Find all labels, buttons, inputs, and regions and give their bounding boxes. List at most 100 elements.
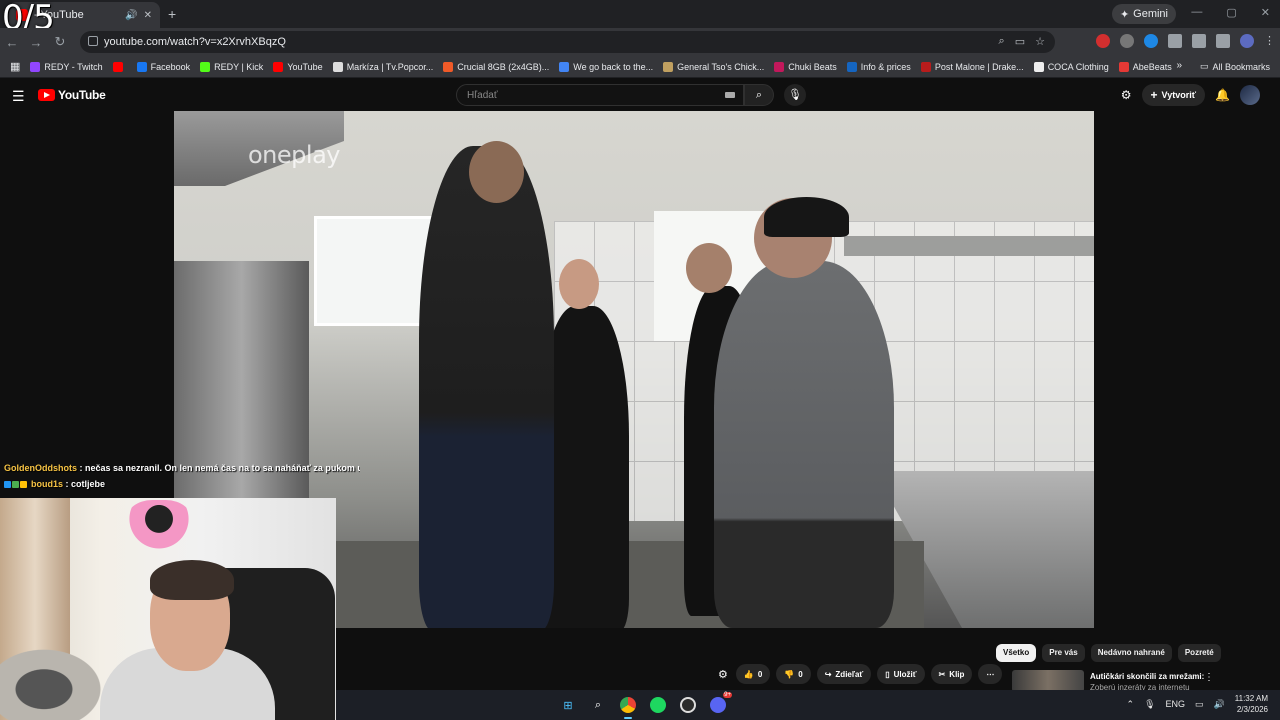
bookmark-item[interactable]: YouTube: [273, 61, 323, 72]
apps-grid-icon[interactable]: ▦: [10, 60, 20, 73]
chrome-icon[interactable]: [618, 695, 638, 719]
video-actions: ⚙ 👍 0 👎 0 ↪ Zdieľať ▯ Uložiť ✂ Klip ⋯: [718, 664, 1003, 684]
clip-button[interactable]: ✂ Klip: [930, 664, 973, 684]
voice-search-button[interactable]: 🎙: [784, 84, 806, 106]
extension-icon[interactable]: [1144, 34, 1158, 48]
back-icon[interactable]: ←: [0, 35, 24, 50]
search-button[interactable]: ⌕: [744, 84, 774, 106]
bookmark-item[interactable]: AbeBeats: [1118, 61, 1172, 72]
chat-text: nečas sa nezranil. On len nemá čas na to…: [85, 463, 360, 473]
hamburger-menu-icon[interactable]: ☰: [12, 88, 25, 105]
microphone-icon[interactable]: 🎙: [1144, 699, 1155, 710]
webcam-streamer-hair: [150, 560, 234, 600]
close-window-icon[interactable]: ✕: [1261, 6, 1270, 19]
bookmark-label: General Tso's Chick...: [677, 61, 765, 72]
recommended-menu-icon[interactable]: ⋮: [1204, 672, 1214, 683]
address-bar-row: ← → ↻ youtube.com/watch?v=x2XrvhXBqzQ ⌕ …: [0, 28, 1280, 56]
extension-icon[interactable]: [1096, 34, 1110, 48]
bookmark-label: REDY | Kick: [214, 61, 264, 72]
chip-recently-uploaded[interactable]: Nedávno nahrané: [1090, 644, 1172, 662]
bookmark-item[interactable]: Facebook: [136, 61, 191, 72]
volume-icon[interactable]: 🔊: [1214, 699, 1225, 710]
save-button[interactable]: ▯ Uložiť: [877, 664, 925, 684]
close-tab-icon[interactable]: ✕: [144, 10, 152, 21]
zoom-icon[interactable]: ⌕: [999, 35, 1005, 48]
search-input[interactable]: Hľadať: [456, 84, 744, 106]
language-indicator[interactable]: ENG: [1166, 699, 1186, 709]
video-frame-shelf: [844, 236, 1094, 256]
share-button[interactable]: ↪ Zdieľať: [816, 664, 872, 684]
browser-menu-icon[interactable]: ⋮: [1264, 34, 1275, 48]
spotify-icon[interactable]: [648, 695, 668, 715]
bookmark-item[interactable]: [112, 61, 127, 72]
url-omnibox[interactable]: youtube.com/watch?v=x2XrvhXBqzQ ⌕ ▭ ☆: [80, 31, 1055, 53]
bookmark-item[interactable]: Markíza | Tv.Popcor...: [332, 61, 433, 72]
recommended-video[interactable]: Autičkári skončili za mrežami: Zoberú in…: [1012, 670, 1222, 692]
bookmark-favicon-icon: [443, 61, 454, 72]
like-button[interactable]: 👍 0: [735, 664, 771, 684]
bookmark-favicon-icon: [332, 61, 343, 72]
more-bookmarks-button[interactable]: »: [1176, 60, 1182, 71]
chip-watched[interactable]: Pozreté: [1177, 644, 1221, 662]
profile-avatar[interactable]: [1240, 34, 1254, 48]
maximize-icon[interactable]: ▢: [1226, 6, 1236, 19]
bookmark-item[interactable]: REDY - Twitch: [30, 61, 103, 72]
bookmark-item[interactable]: Post Malone | Drake...: [920, 61, 1024, 72]
speaker-icon[interactable]: 🔊: [125, 10, 137, 21]
more-horizontal-icon: ⋯: [986, 669, 995, 679]
bookmark-item[interactable]: REDY | Kick: [200, 61, 264, 72]
windows-start-icon[interactable]: ⊞: [558, 695, 578, 715]
bookmark-label: Post Malone | Drake...: [934, 61, 1024, 72]
chat-separator: :: [63, 479, 72, 489]
create-button[interactable]: + Vytvoriť: [1141, 84, 1206, 106]
recommended-thumbnail[interactable]: [1012, 670, 1084, 692]
clock[interactable]: 11:32 AM 2/3/2026: [1235, 693, 1268, 715]
forward-icon[interactable]: →: [24, 35, 48, 50]
window-controls: — ▢ ✕: [1191, 6, 1270, 19]
youtube-logo[interactable]: YouTube: [38, 88, 106, 102]
bookmarks-bar: ▦ REDY - Twitch Facebook REDY | Kick YouTub…: [0, 56, 1280, 78]
chat-message: boud1s : cotljebe: [0, 476, 360, 492]
chat-separator: :: [77, 463, 85, 473]
gemini-button[interactable]: ✦ Gemini: [1111, 4, 1176, 24]
more-actions-button[interactable]: ⋯: [978, 664, 1003, 684]
site-info-icon[interactable]: [88, 36, 98, 46]
reading-list-icon[interactable]: [1216, 34, 1230, 48]
dislike-button[interactable]: 👎 0: [776, 664, 811, 684]
all-bookmarks-button[interactable]: ▭ All Bookmarks: [1200, 61, 1270, 72]
side-panel-icon[interactable]: [1192, 34, 1206, 48]
chevron-up-icon[interactable]: ⌃: [1127, 699, 1135, 710]
bookmark-item[interactable]: Info & prices: [846, 61, 911, 72]
new-tab-button[interactable]: +: [168, 6, 176, 22]
bookmark-item[interactable]: Crucial 8GB (2x4GB)...: [443, 61, 549, 72]
settings-gear-icon[interactable]: ⚙: [1121, 88, 1132, 102]
bookmark-item[interactable]: We go back to the...: [559, 61, 653, 72]
bookmark-item[interactable]: COCA Clothing: [1033, 61, 1109, 72]
obs-icon[interactable]: [678, 695, 698, 715]
channel-avatar[interactable]: [1240, 85, 1260, 105]
recommended-title[interactable]: Autičkári skončili za mrežami:: [1090, 672, 1204, 681]
minimize-icon[interactable]: —: [1191, 6, 1202, 19]
search-icon[interactable]: ⌕: [588, 695, 608, 715]
channel-icon[interactable]: ⚙: [718, 668, 728, 681]
cast-icon[interactable]: ▭: [1015, 35, 1025, 48]
video-person-head: [469, 141, 524, 203]
keyboard-icon[interactable]: [725, 92, 735, 98]
chat-username: boud1s: [31, 479, 64, 489]
bookmark-item[interactable]: Chuki Beats: [774, 61, 837, 72]
notifications-bell-icon[interactable]: 🔔: [1215, 88, 1230, 102]
extensions-puzzle-icon[interactable]: [1168, 34, 1182, 48]
bookmark-favicon-icon: [920, 61, 931, 72]
webcam-cables: [0, 643, 110, 720]
bookmark-item[interactable]: General Tso's Chick...: [663, 61, 765, 72]
extensions-area: ⋮: [1096, 34, 1275, 48]
reload-icon[interactable]: ↻: [48, 34, 72, 50]
bookmark-label: Facebook: [150, 61, 191, 72]
bookmark-favicon-icon: [663, 61, 674, 72]
network-icon[interactable]: ▭: [1195, 699, 1204, 710]
extension-icon[interactable]: [1120, 34, 1134, 48]
chip-all[interactable]: Všetko: [996, 644, 1037, 662]
bookmark-star-icon[interactable]: ☆: [1035, 35, 1045, 48]
chip-for-you[interactable]: Pre vás: [1042, 644, 1085, 662]
discord-icon[interactable]: 9+: [708, 692, 732, 715]
